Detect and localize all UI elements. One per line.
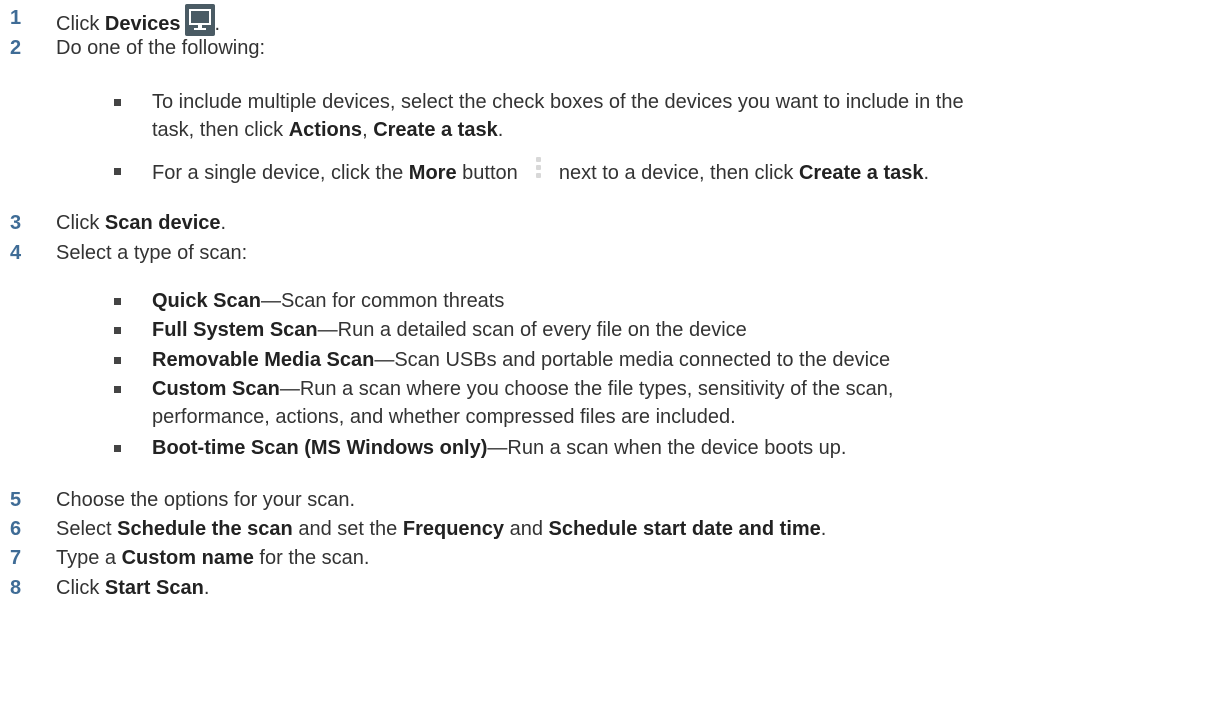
more-label: More (408, 162, 457, 184)
step-8: 8 Click Start Scan. (0, 574, 1210, 602)
step-number: 3 (10, 212, 22, 234)
list-item: To include multiple devices, select the … (0, 88, 1210, 144)
bullet-marker (114, 327, 121, 334)
step-3: 3 Click Scan device. (0, 209, 1210, 237)
list-item: Custom Scan—Run a scan where you choose … (0, 375, 1210, 431)
create-task-label: Create a task (373, 119, 498, 141)
instructions-document: 1 Click Devices. 2 Do one of the followi… (0, 0, 1210, 726)
step-text: Select a type of scan: (56, 242, 248, 264)
devices-label: Devices (104, 13, 181, 35)
bullet-marker (114, 445, 121, 452)
monitor-icon (184, 4, 215, 36)
create-task-label: Create a task (798, 162, 924, 184)
step-number: 6 (10, 518, 22, 540)
step-number: 8 (10, 577, 22, 599)
bullet-marker (114, 357, 121, 364)
more-vertical-icon (523, 157, 553, 185)
step-text: Click Start Scan. (56, 577, 210, 599)
bullet-marker (114, 99, 121, 106)
step-text: Click Devices. (56, 4, 220, 38)
step-text: Select Schedule the scan and set the Fre… (56, 518, 827, 540)
step-7: 7 Type a Custom name for the scan. (0, 544, 1210, 572)
bullet-marker (114, 168, 121, 175)
step-number: 4 (10, 242, 22, 264)
step-6: 6 Select Schedule the scan and set the F… (0, 515, 1210, 543)
list-item: Boot-time Scan (MS Windows only)—Run a s… (0, 434, 1210, 462)
actions-label: Actions (288, 119, 363, 141)
step-text: Type a Custom name for the scan. (56, 547, 370, 569)
step-2: 2 Do one of the following: (0, 34, 1210, 62)
step-number: 2 (10, 37, 22, 59)
bullet-marker (114, 386, 121, 393)
list-item: Quick Scan—Scan for common threats (0, 287, 1210, 315)
step-number: 5 (10, 489, 22, 511)
step-text: Do one of the following: (56, 37, 266, 59)
step-text: Choose the options for your scan. (56, 489, 356, 511)
step-1: 1 Click Devices. (0, 4, 1210, 36)
step-4: 4 Select a type of scan: (0, 239, 1210, 267)
list-item: For a single device, click the More butt… (0, 157, 1210, 185)
step-text: Click Scan device. (56, 212, 227, 234)
step-5: 5 Choose the options for your scan. (0, 486, 1210, 514)
bullet-marker (114, 298, 121, 305)
list-item: Full System Scan—Run a detailed scan of … (0, 316, 1210, 344)
step-number: 7 (10, 547, 22, 569)
step-number: 1 (10, 7, 22, 29)
list-item: Removable Media Scan—Scan USBs and porta… (0, 346, 1210, 374)
